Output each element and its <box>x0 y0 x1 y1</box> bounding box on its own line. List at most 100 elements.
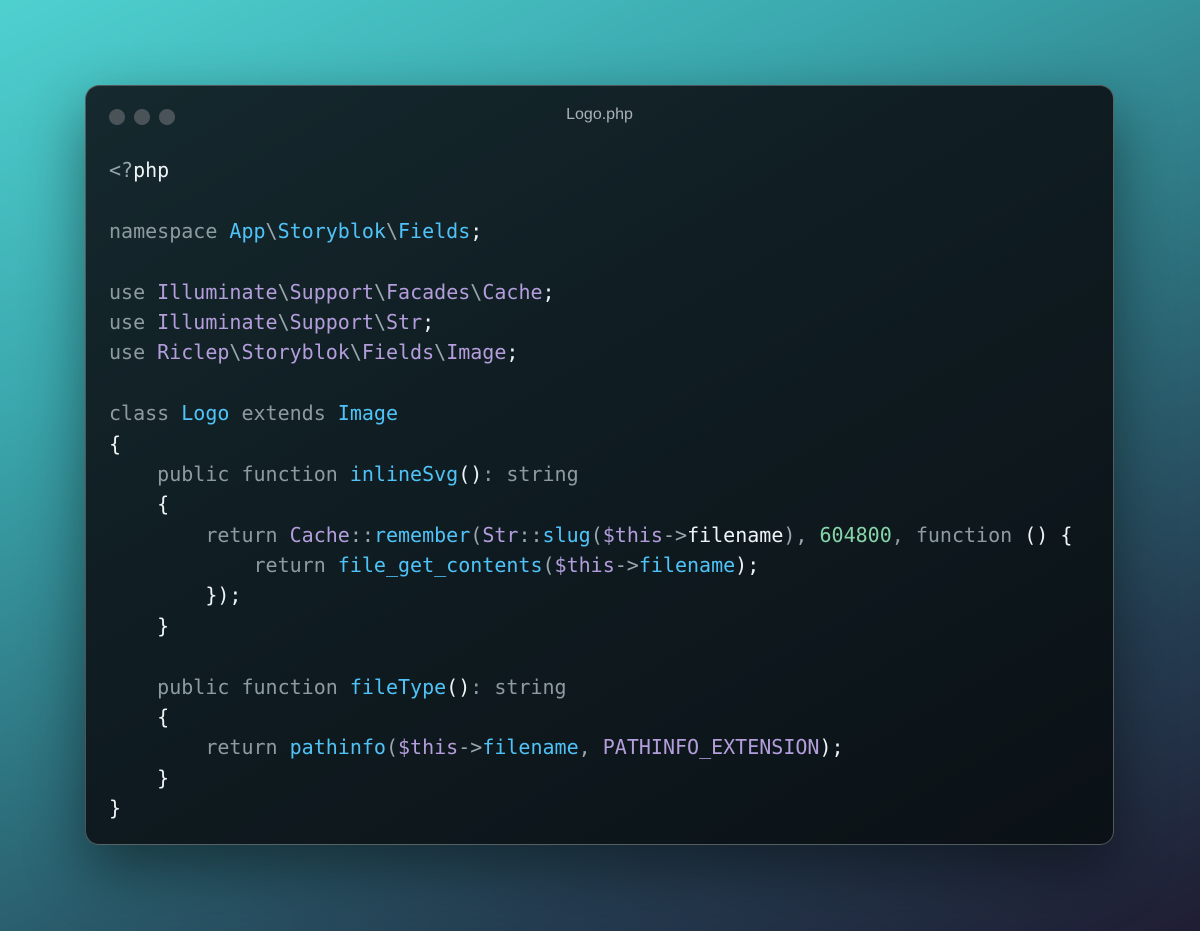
code-token: Cache <box>482 279 543 304</box>
code-line: namespace App\Storyblok\Fields; <box>109 216 1072 246</box>
code-token: <? <box>109 158 134 182</box>
code-token: Image <box>337 401 399 426</box>
code-token: return <box>109 553 338 578</box>
code-token: ); <box>735 553 760 578</box>
code-token: \ <box>349 340 362 365</box>
code-token: \ <box>373 279 386 304</box>
code-token: : string <box>482 461 579 486</box>
code-token: Storyblok <box>277 218 386 243</box>
code-token: public function <box>109 674 350 699</box>
code-token: () { <box>1024 522 1073 547</box>
code-token: class <box>109 401 182 426</box>
code-token: } <box>109 613 170 638</box>
code-token: :: <box>349 522 374 547</box>
code-token: { <box>109 431 122 456</box>
code-token: fileType <box>349 674 447 699</box>
code-line: return Cache::remember(Str::slug($this->… <box>109 520 1072 550</box>
code-token: return <box>109 735 290 760</box>
window-title: Logo.php <box>566 106 633 123</box>
code-token: Str <box>385 309 423 334</box>
code-line: return pathinfo($this->filename, PATHINF… <box>109 732 1072 762</box>
code-line: public function inlineSvg(): string <box>109 459 1072 489</box>
code-token: Str <box>482 522 519 547</box>
code-token: \ <box>277 309 290 334</box>
code-token: ( <box>470 522 483 547</box>
code-token: $this <box>602 522 663 547</box>
code-token: namespace <box>109 218 230 243</box>
code-token: \ <box>373 309 386 334</box>
code-line: } <box>109 793 1072 823</box>
code-token: inlineSvg <box>349 461 459 486</box>
code-token: use <box>109 340 158 365</box>
code-token: ; <box>506 340 519 365</box>
code-token: , <box>578 735 603 760</box>
code-block: <?php namespace App\Storyblok\Fields; us… <box>109 155 1072 824</box>
code-token: Riclep <box>157 340 230 365</box>
code-line: class Logo extends Image <box>109 398 1072 428</box>
code-token: \ <box>229 340 242 365</box>
code-token: use <box>109 279 158 304</box>
code-line: { <box>109 489 1072 519</box>
code-token: Logo <box>181 401 230 426</box>
code-token: ); <box>819 735 844 760</box>
code-window: Logo.php <?php namespace App\Storyblok\F… <box>85 85 1114 845</box>
code-token: Support <box>289 309 374 334</box>
code-line: } <box>109 763 1072 793</box>
code-token: : string <box>470 674 567 699</box>
code-token: Cache <box>289 522 350 547</box>
code-token: \ <box>434 340 447 365</box>
code-token: { <box>109 492 170 517</box>
code-token: Fields <box>398 218 471 243</box>
code-token: file_get_contents <box>337 553 543 578</box>
code-line: use Illuminate\Support\Facades\Cache; <box>109 277 1072 307</box>
code-line: public function fileType(): string <box>109 672 1072 702</box>
code-token: $this <box>398 735 459 760</box>
code-token: App <box>229 218 266 243</box>
code-line: <?php <box>109 155 1072 185</box>
code-token: use <box>109 309 158 334</box>
code-token: Illuminate <box>157 309 278 334</box>
code-line: } <box>109 611 1072 641</box>
code-token: \ <box>265 218 278 243</box>
code-token: remember <box>373 522 471 547</box>
code-token: -> <box>458 735 483 760</box>
code-token: ), <box>783 522 820 547</box>
code-token: :: <box>518 522 543 547</box>
code-token: ; <box>470 218 483 243</box>
code-token: Image <box>446 340 507 365</box>
code-token: \ <box>470 279 483 304</box>
code-token: slug <box>542 522 591 547</box>
code-token: Illuminate <box>157 279 278 304</box>
code-token: ( <box>385 735 398 760</box>
code-token: 604800 <box>819 522 892 547</box>
code-token: ; <box>542 279 555 304</box>
code-line: { <box>109 702 1072 732</box>
code-token: } <box>109 796 122 821</box>
code-token: Storyblok <box>241 340 350 365</box>
code-token: , function <box>891 522 1025 547</box>
code-token: pathinfo <box>289 735 386 760</box>
code-token: Support <box>289 279 374 304</box>
code-token: () <box>458 461 483 486</box>
code-token: -> <box>662 522 688 547</box>
code-line: use Riclep\Storyblok\Fields\Image; <box>109 337 1072 367</box>
code-token: ; <box>422 309 435 334</box>
code-token: extends <box>229 401 338 426</box>
code-token: Fields <box>361 340 435 365</box>
code-token: () <box>446 674 471 699</box>
code-token: }); <box>109 583 242 608</box>
code-line: use Illuminate\Support\Str; <box>109 307 1072 337</box>
code-token: \ <box>277 279 290 304</box>
code-token: filename <box>638 553 736 578</box>
code-token: } <box>109 765 170 790</box>
code-token: php <box>133 158 170 182</box>
code-token: filename <box>687 522 784 547</box>
code-token: filename <box>482 735 579 760</box>
window-titlebar: Logo.php <box>86 86 1113 148</box>
code-token: $this <box>554 553 615 578</box>
code-line: return file_get_contents($this->filename… <box>109 550 1072 580</box>
